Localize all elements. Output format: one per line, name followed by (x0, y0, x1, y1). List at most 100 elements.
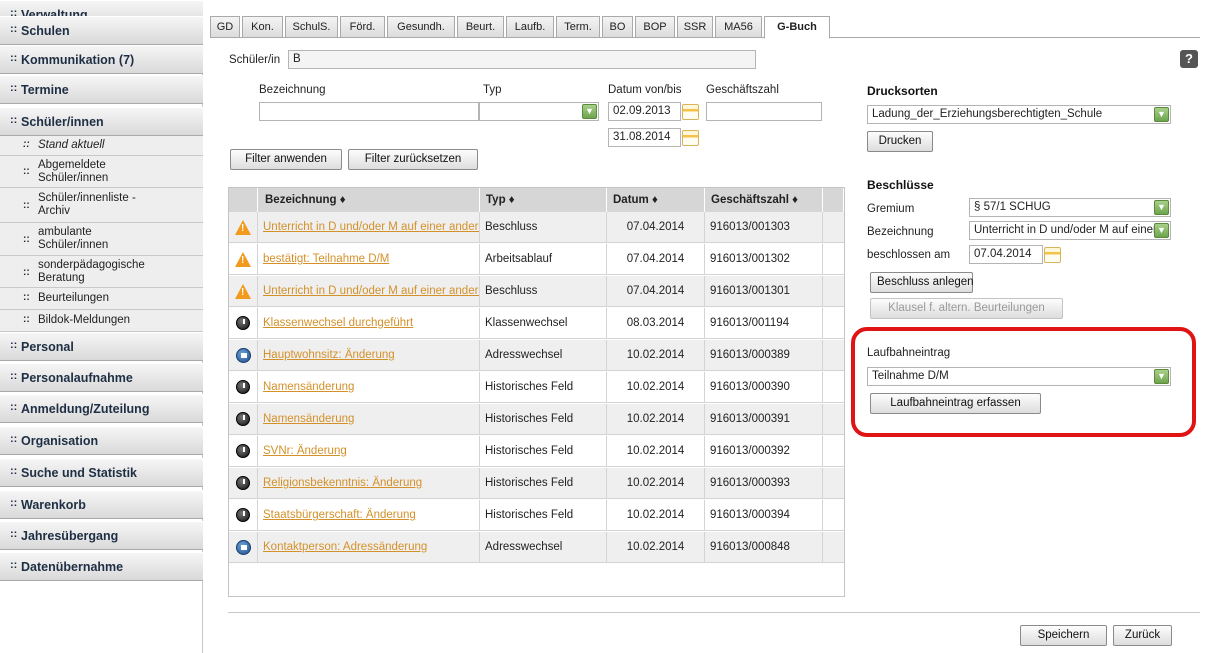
cell-geschaeftszahl: 916013/000848 (705, 532, 823, 563)
filter-apply-button[interactable]: Filter anwenden (230, 149, 342, 170)
nav-suche-statistik[interactable]: :: Suche und Statistik (0, 458, 203, 487)
cell-typ: Adresswechsel (480, 532, 607, 563)
cell-datum: 08.03.2014 (607, 308, 705, 339)
cell-bezeichnung[interactable]: Staatsbürgerschaft: Änderung (258, 500, 480, 531)
beschluss-bezeichnung-label: Bezeichnung (867, 226, 934, 238)
laufbahn-select[interactable]: Teilnahme D/M ▼ (867, 367, 1171, 386)
help-icon[interactable]: ? (1180, 50, 1198, 68)
th-geschaeftszahl[interactable]: Geschäftszahl ♦ (705, 188, 823, 212)
nav-sub-ambulante[interactable]: :: ambulante Schüler/innen (0, 223, 203, 256)
chevron-down-icon: ▼ (1154, 223, 1169, 238)
nav-sub-beurteilungen[interactable]: :: Beurteilungen (0, 288, 203, 310)
cell-bezeichnung[interactable]: Religionsbekenntnis: Änderung (258, 468, 480, 499)
filter-date-from[interactable]: 02.09.2013 (608, 102, 681, 121)
cell-bezeichnung[interactable]: Unterricht in D und/oder M auf einer and… (258, 212, 480, 243)
cell-bezeichnung[interactable]: Namensänderung (258, 404, 480, 435)
cell-bezeichnung[interactable]: Namensänderung (258, 372, 480, 403)
cell-bezeichnung[interactable]: Kontaktperson: Adressänderung (258, 532, 480, 563)
nav-personalaufnahme[interactable]: :: Personalaufnahme (0, 363, 203, 392)
filter-gz-input[interactable] (706, 102, 822, 121)
beschluss-anlegen-button[interactable]: Beschluss anlegen (870, 272, 974, 293)
nav-sub-bildok[interactable]: :: Bildok-Meldungen (0, 310, 203, 332)
table-row[interactable]: ! bestätigt: Teilnahme D/M Arbeitsablauf 07… (229, 244, 844, 275)
nav-termine[interactable]: :: Termine (0, 75, 203, 104)
nav-personal[interactable]: :: Personal (0, 332, 203, 361)
cell-datum: 10.02.2014 (607, 372, 705, 403)
table-row[interactable]: Namensänderung Historisches Feld 10.02.201… (229, 404, 844, 435)
cell-datum: 07.04.2014 (607, 212, 705, 243)
filter-date-to[interactable]: 31.08.2014 (608, 128, 681, 147)
th-icon (229, 188, 258, 212)
cell-bezeichnung[interactable]: Hauptwohnsitz: Änderung (258, 340, 480, 371)
nav-warenkorb[interactable]: :: Warenkorb (0, 490, 203, 519)
table-row[interactable]: ! Unterricht in D und/oder M auf einer an… (229, 276, 844, 307)
filter-bezeichnung-input[interactable] (259, 102, 479, 121)
filter-typ-select[interactable]: ▼ (479, 102, 599, 121)
nav-sub-abgemeldete[interactable]: :: Abgemeldete Schüler/innen (0, 156, 203, 188)
table-row[interactable]: Staatsbürgerschaft: Änderung Historisches… (229, 500, 844, 531)
drucksorten-select[interactable]: Ladung_der_Erziehungsberechtigten_Schule… (867, 105, 1171, 124)
tab-ssr[interactable]: SSR (677, 16, 713, 38)
cell-bezeichnung[interactable]: Klassenwechsel durchgeführt (258, 308, 480, 339)
tab-foerd[interactable]: Förd. (340, 16, 385, 38)
tab-beurt[interactable]: Beurt. (457, 16, 504, 38)
laufbahneintrag-erfassen-button[interactable]: Laufbahneintrag erfassen (870, 393, 1041, 414)
tab-laufb[interactable]: Laufb. (506, 16, 554, 38)
beschluss-bezeichnung-select[interactable]: Unterricht in D und/oder M auf einer ▼ (969, 221, 1171, 240)
back-button[interactable]: Zurück (1113, 625, 1172, 646)
cell-typ: Klassenwechsel (480, 308, 607, 339)
klausel-button[interactable]: Klausel f. altern. Beurteilungen (870, 298, 1063, 319)
tab-bo[interactable]: BO (602, 16, 633, 38)
th-datum[interactable]: Datum ♦ (607, 188, 705, 212)
nav-schueler[interactable]: :: Schüler/innen (0, 107, 203, 136)
cell-bezeichnung[interactable]: SVNr: Änderung (258, 436, 480, 467)
cell-typ: Beschluss (480, 212, 607, 243)
tab-kon[interactable]: Kon. (242, 16, 283, 38)
cell-datum: 07.04.2014 (607, 244, 705, 275)
gremium-select[interactable]: § 57/1 SCHUG ▼ (969, 198, 1171, 217)
th-bezeichnung[interactable]: Bezeichnung ♦ (258, 188, 480, 212)
warning-icon-mark: ! (241, 287, 245, 298)
nav-schulen[interactable]: :: Schulen (0, 16, 203, 45)
chevron-down-icon: ▼ (582, 104, 597, 119)
cell-geschaeftszahl: 916013/001194 (705, 308, 823, 339)
filter-reset-button[interactable]: Filter zurücksetzen (348, 149, 478, 170)
nav-jahresuebergang[interactable]: :: Jahresübergang (0, 521, 203, 550)
save-button[interactable]: Speichern (1020, 625, 1107, 646)
clock-icon (236, 444, 250, 458)
table-row[interactable]: Namensänderung Historisches Feld 10.02.201… (229, 372, 844, 403)
th-typ[interactable]: Typ ♦ (480, 188, 607, 212)
table-row[interactable]: SVNr: Änderung Historisches Feld 10.02.201… (229, 436, 844, 467)
drucken-button[interactable]: Drucken (867, 131, 933, 152)
table-row[interactable]: Religionsbekenntnis: Änderung Historische… (229, 468, 844, 499)
tab-gd[interactable]: GD (210, 16, 240, 38)
tab-gesundh[interactable]: Gesundh. (387, 16, 455, 38)
nav-organisation[interactable]: :: Organisation (0, 426, 203, 455)
nav-sub-archiv[interactable]: :: Schüler/innenliste - Archiv (0, 188, 203, 223)
filter-datum-label: Datum von/bis (608, 84, 682, 96)
th-extra (823, 188, 844, 212)
tab-g-buch[interactable]: G-Buch (764, 16, 830, 39)
chevron-down-icon: ▼ (1154, 369, 1169, 384)
table-row[interactable]: Kontaktperson: Adressänderung Adresswechs… (229, 532, 844, 563)
nav-sub-stand-aktuell[interactable]: :: Stand aktuell (0, 136, 203, 156)
tab-schuls[interactable]: SchulS. (285, 16, 338, 38)
tab-term[interactable]: Term. (556, 16, 600, 38)
calendar-icon[interactable] (682, 104, 699, 120)
clock-icon (236, 412, 250, 426)
beschlossen-am-input[interactable]: 07.04.2014 (969, 245, 1043, 264)
nav-datenuebernahme[interactable]: :: Datenübernahme (0, 552, 203, 581)
nav-anmeldung[interactable]: :: Anmeldung/Zuteilung (0, 394, 203, 423)
tab-bop[interactable]: BOP (635, 16, 675, 38)
calendar-icon[interactable] (1044, 247, 1061, 263)
cell-bezeichnung[interactable]: Unterricht in D und/oder M auf einer and… (258, 276, 480, 307)
table-row[interactable]: Hauptwohnsitz: Änderung Adresswechsel 10.0… (229, 340, 844, 371)
table-row[interactable]: Klassenwechsel durchgeführt Klassenwechse… (229, 308, 844, 339)
nav-sub-sonderpaedagogische[interactable]: :: sonderpädagogische Beratung (0, 256, 203, 288)
cell-bezeichnung[interactable]: bestätigt: Teilnahme D/M (258, 244, 480, 275)
table-row[interactable]: ! Unterricht in D und/oder M auf einer an… (229, 212, 844, 243)
nav-kommunikation[interactable]: :: Kommunikation (7) (0, 45, 203, 74)
tab-ma56[interactable]: MA56 (715, 16, 762, 38)
calendar-icon[interactable] (682, 130, 699, 146)
cell-datum: 10.02.2014 (607, 500, 705, 531)
